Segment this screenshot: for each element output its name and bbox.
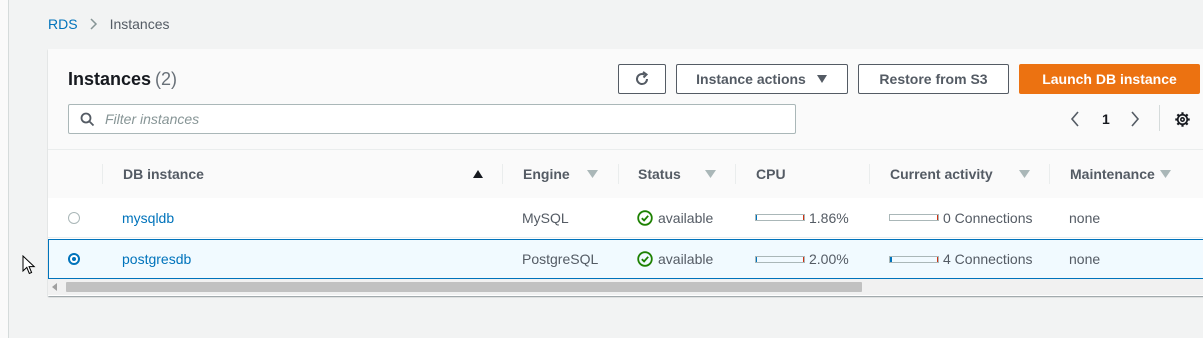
column-divider (618, 164, 619, 184)
row-select-radio[interactable] (68, 212, 80, 224)
column-status-label: Status (638, 166, 681, 182)
activity-cell: 0 Connections (889, 198, 1033, 237)
activity-meter (889, 214, 939, 221)
column-divider (869, 164, 870, 184)
column-divider (735, 164, 736, 184)
cpu-meter-limit (803, 215, 804, 220)
cpu-meter-fill (756, 215, 757, 220)
launch-db-instance-button[interactable]: Launch DB instance (1019, 64, 1200, 94)
mouse-cursor-icon (22, 255, 36, 275)
filter-field[interactable] (68, 104, 796, 134)
engine-cell: PostgreSQL (522, 251, 599, 267)
chevron-right-icon (90, 18, 98, 30)
db-instance-link[interactable]: mysqldb (122, 198, 174, 237)
next-page-button[interactable] (1130, 109, 1140, 129)
instance-actions-label: Instance actions (696, 71, 806, 87)
column-maintenance-label: Maintenance (1070, 166, 1155, 182)
activity-value: 0 Connections (943, 209, 1033, 226)
maintenance-cell: none (1069, 209, 1101, 226)
maintenance-cell: none (1069, 251, 1101, 267)
cpu-meter (755, 214, 805, 221)
activity-value: 4 Connections (943, 251, 1033, 267)
activity-cell: 4 Connections (889, 240, 1033, 278)
activity-meter-limit (937, 215, 938, 220)
restore-from-s3-button[interactable]: Restore from S3 (858, 64, 1009, 94)
search-icon (80, 112, 95, 127)
column-divider (102, 164, 103, 184)
breadcrumb-rds-link[interactable]: RDS (48, 16, 78, 32)
refresh-icon (634, 71, 650, 87)
column-divider (1049, 164, 1050, 184)
column-current-activity-label: Current activity (890, 166, 993, 182)
page-title: Instances (2) (68, 69, 177, 90)
activity-meter-fill (890, 256, 892, 262)
instances-panel: Instances (2) Instance actions Restore fr… (48, 49, 1203, 296)
check-circle-icon (637, 251, 653, 267)
column-cpu[interactable]: CPU (756, 150, 786, 198)
status-text: available (658, 209, 714, 226)
row-select-radio[interactable] (68, 253, 80, 265)
scroll-left-icon[interactable] (52, 283, 58, 291)
breadcrumb: RDS Instances (48, 16, 170, 32)
caret-down-icon (816, 74, 828, 84)
left-rail (0, 0, 9, 338)
refresh-button[interactable] (618, 64, 666, 94)
cpu-meter (755, 255, 805, 263)
panel-header: Instances (2) Instance actions Restore fr… (48, 49, 1203, 150)
column-engine[interactable]: Engine (523, 150, 570, 198)
filter-instances-input[interactable] (103, 110, 787, 128)
column-maintenance[interactable]: Maintenance (1070, 150, 1155, 198)
instance-count: (2) (155, 69, 178, 89)
engine-cell: MySQL (522, 209, 569, 226)
db-instance-link[interactable]: postgresdb (122, 240, 191, 278)
cpu-cell: 1.86% (755, 198, 849, 237)
instance-actions-button[interactable]: Instance actions (676, 64, 848, 94)
sort-caret-icon[interactable] (1160, 150, 1171, 198)
column-db-instance[interactable]: DB instance (123, 150, 204, 198)
column-status[interactable]: Status (638, 150, 681, 198)
sort-caret-icon[interactable] (587, 150, 598, 198)
activity-meter-limit (937, 256, 938, 262)
status-cell: available (637, 240, 713, 278)
column-cpu-label: CPU (756, 166, 786, 182)
breadcrumb-current: Instances (109, 16, 170, 32)
check-circle-icon (637, 209, 653, 226)
column-db-instance-label: DB instance (123, 166, 204, 182)
horizontal-scrollbar[interactable] (48, 279, 1203, 295)
status-cell: available (637, 198, 713, 237)
table-header: DB instance Engine Status CPU Current ac… (48, 150, 1203, 199)
column-engine-label: Engine (523, 166, 570, 182)
sort-caret-icon[interactable] (705, 150, 716, 198)
title-text: Instances (68, 69, 152, 89)
column-current-activity[interactable]: Current activity (890, 150, 993, 198)
sort-ascending-icon[interactable] (472, 150, 484, 198)
status-text: available (658, 251, 714, 267)
pager-divider (1159, 105, 1160, 131)
activity-meter (889, 255, 939, 263)
gear-icon[interactable] (1174, 109, 1191, 129)
previous-page-button[interactable] (1070, 109, 1080, 129)
cpu-meter-fill (756, 256, 757, 262)
cpu-cell: 2.00% (755, 240, 849, 278)
cpu-meter-limit (803, 256, 804, 262)
table-row-selected[interactable]: postgresdb PostgreSQL available 2.00% 4 … (48, 239, 1203, 279)
scrollbar-thumb[interactable] (66, 282, 862, 292)
sort-caret-icon[interactable] (1019, 150, 1030, 198)
cpu-value: 2.00% (809, 251, 849, 267)
column-divider (502, 164, 503, 184)
table-row[interactable]: mysqldb MySQL available 1.86% 0 Connecti… (48, 198, 1203, 238)
current-page-number[interactable]: 1 (1102, 109, 1110, 129)
cpu-value: 1.86% (809, 209, 849, 226)
